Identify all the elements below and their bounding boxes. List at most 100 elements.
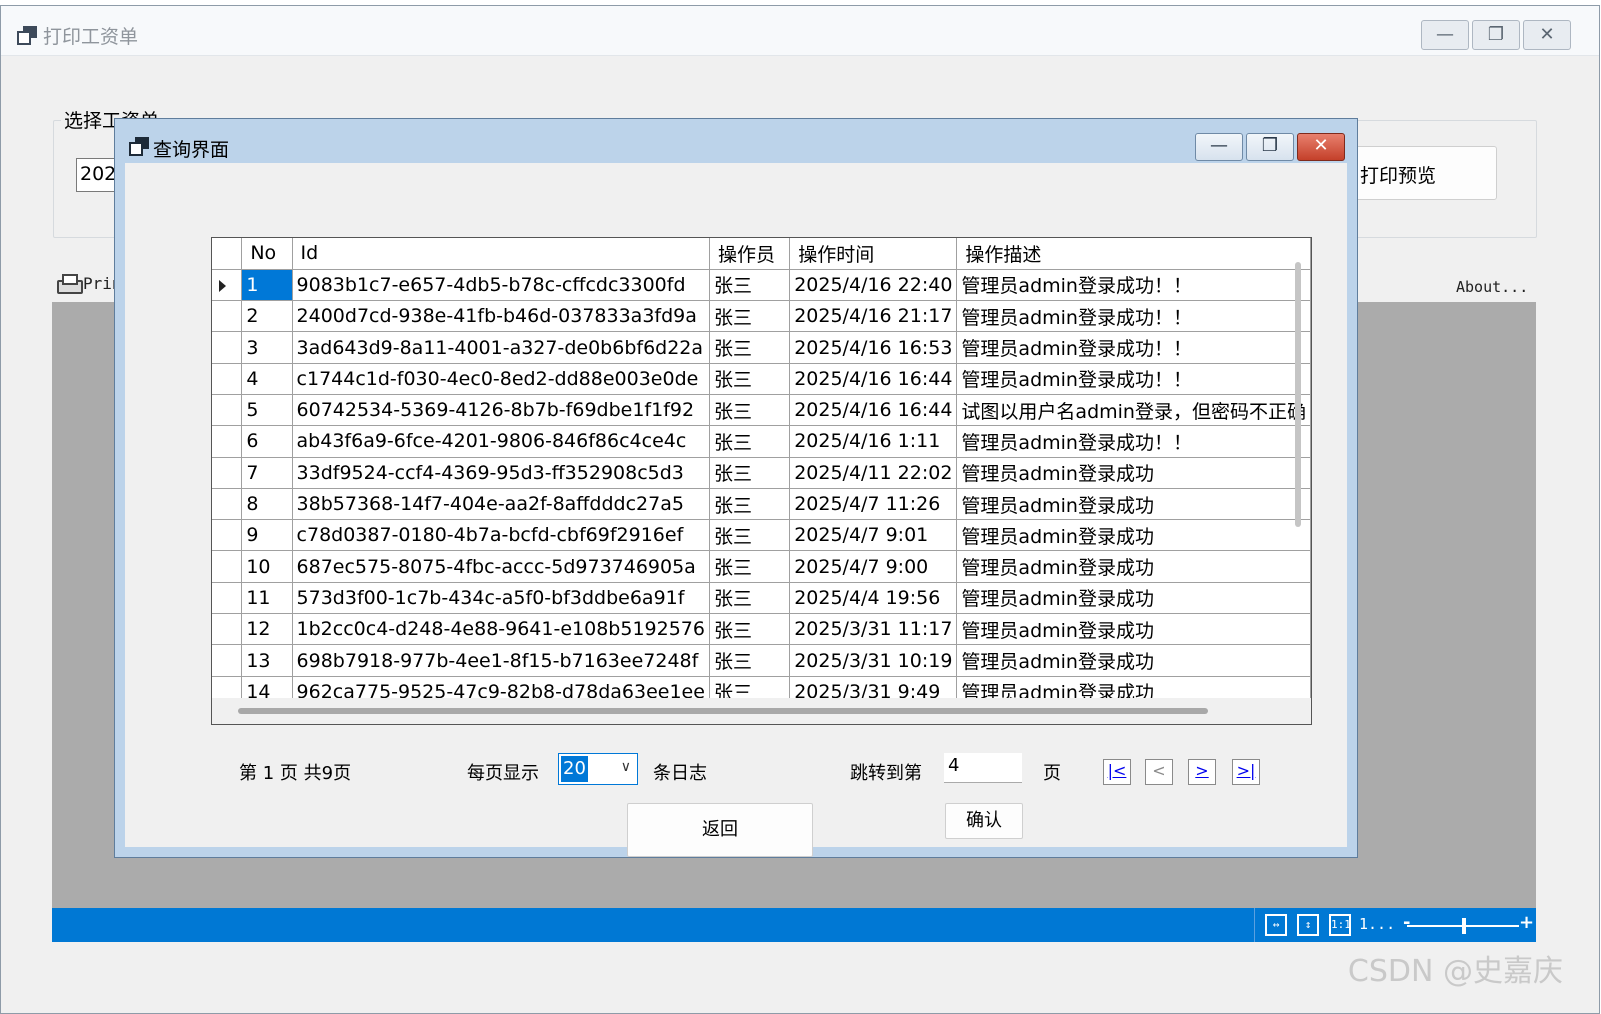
row-header[interactable] <box>212 582 243 615</box>
jump-page-input[interactable]: 4 <box>944 753 1022 783</box>
cell-time[interactable]: 2025/3/31 10:19 <box>789 644 958 677</box>
cell-no[interactable]: 5 <box>241 394 293 427</box>
cell-time[interactable]: 2025/4/16 1:11 <box>789 425 958 458</box>
table-row[interactable]: 13 698b7918-977b-4ee1-8f15-b7163ee7248f 张三… <box>212 644 1311 677</box>
cell-no[interactable]: 8 <box>241 488 293 521</box>
minimize-button[interactable]: — <box>1421 20 1469 50</box>
table-row[interactable]: 4 c1744c1d-f030-4ec0-8ed2-dd88e003e0de 张三 2… <box>212 363 1311 395</box>
table-row[interactable]: 7 33df9524-ccf4-4369-95d3-ff352908c5d3 张三 2… <box>212 457 1311 489</box>
first-page-button[interactable]: |< <box>1103 759 1131 785</box>
dialog-minimize-button[interactable]: — <box>1195 133 1243 161</box>
cell-description[interactable]: 管理员admin登录成功 <box>956 457 1311 489</box>
table-row[interactable]: 11 573d3f00-1c7b-434c-a5f0-bf3ddbe6a91f 张三… <box>212 582 1311 615</box>
row-header[interactable] <box>212 425 243 458</box>
fit-width-icon[interactable]: ↔ <box>1265 914 1287 936</box>
cell-no[interactable]: 1 <box>241 269 293 302</box>
cell-no[interactable]: 11 <box>241 582 293 615</box>
cell-no[interactable]: 3 <box>241 331 293 364</box>
cell-id[interactable]: 3ad643d9-8a11-4001-a327-de0b6bf6d22a <box>292 331 710 364</box>
cell-id[interactable]: 60742534-5369-4126-8b7b-f69dbe1f1f92 <box>292 394 710 427</box>
horizontal-scrollbar[interactable] <box>238 708 1208 714</box>
dialog-maximize-button[interactable]: ❐ <box>1246 133 1294 161</box>
cell-description[interactable]: 管理员admin登录成功！！ <box>956 331 1311 364</box>
table-row[interactable]: 10 687ec575-8075-4fbc-accc-5d973746905a 张三… <box>212 550 1311 583</box>
actual-size-icon[interactable]: 1:1 <box>1329 914 1351 936</box>
next-page-button[interactable]: > <box>1188 759 1216 785</box>
vertical-scrollbar[interactable] <box>1295 262 1301 527</box>
cell-id[interactable]: 1b2cc0c4-d248-4e88-9641-e108b5192576 <box>292 613 710 646</box>
cell-operator[interactable]: 张三 <box>709 300 791 333</box>
cell-id[interactable]: c1744c1d-f030-4ec0-8ed2-dd88e003e0de <box>292 363 710 395</box>
cell-time[interactable]: 2025/4/4 19:56 <box>789 582 958 615</box>
fit-height-icon[interactable]: ↕ <box>1297 914 1319 936</box>
cell-no[interactable]: 7 <box>241 457 293 489</box>
cell-operator[interactable]: 张三 <box>709 582 791 615</box>
cell-time[interactable]: 2025/4/11 22:02 <box>789 457 958 489</box>
cell-no[interactable]: 4 <box>241 363 293 395</box>
cell-operator[interactable]: 张三 <box>709 363 791 395</box>
row-header[interactable] <box>212 300 243 333</box>
cell-no[interactable]: 12 <box>241 613 293 646</box>
about-link[interactable]: About... <box>1456 278 1528 296</box>
cell-id[interactable]: 698b7918-977b-4ee1-8f15-b7163ee7248f <box>292 644 710 677</box>
cell-id[interactable]: 687ec575-8075-4fbc-accc-5d973746905a <box>292 550 710 583</box>
cell-no[interactable]: 10 <box>241 550 293 583</box>
cell-operator[interactable]: 张三 <box>709 394 791 427</box>
cell-id[interactable]: 9083b1c7-e657-4db5-b78c-cffcdc3300fd <box>292 269 710 302</box>
cell-operator[interactable]: 张三 <box>709 269 791 302</box>
prev-page-button[interactable]: < <box>1145 759 1173 785</box>
close-button[interactable]: ✕ <box>1523 20 1571 50</box>
zoom-in-icon[interactable]: + <box>1519 912 1534 933</box>
cell-description[interactable]: 试图以用户名admin登录，但密码不正确 <box>956 394 1311 427</box>
column-header-time[interactable]: 操作时间 <box>789 238 958 270</box>
cell-description[interactable]: 管理员admin登录成功 <box>956 488 1311 521</box>
row-header[interactable] <box>212 550 243 583</box>
cell-description[interactable]: 管理员admin登录成功 <box>956 519 1311 552</box>
cell-id[interactable]: ab43f6a9-6fce-4201-9806-846f86c4ce4c <box>292 425 710 458</box>
cell-description[interactable]: 管理员admin登录成功！！ <box>956 269 1311 302</box>
table-row[interactable]: 6 ab43f6a9-6fce-4201-9806-846f86c4ce4c 张三 2… <box>212 425 1311 458</box>
cell-time[interactable]: 2025/4/16 21:17 <box>789 300 958 333</box>
cell-id[interactable]: 2400d7cd-938e-41fb-b46d-037833a3fd9a <box>292 300 710 333</box>
cell-description[interactable]: 管理员admin登录成功！！ <box>956 363 1311 395</box>
zoom-out-icon[interactable]: - <box>1403 912 1410 933</box>
cell-operator[interactable]: 张三 <box>709 457 791 489</box>
table-row[interactable]: 9 c78d0387-0180-4b7a-bcfd-cbf69f2916ef 张三 2… <box>212 519 1311 552</box>
back-button[interactable]: 返回 <box>627 803 813 857</box>
cell-time[interactable]: 2025/4/7 11:26 <box>789 488 958 521</box>
cell-operator[interactable]: 张三 <box>709 331 791 364</box>
cell-operator[interactable]: 张三 <box>709 488 791 521</box>
cell-time[interactable]: 2025/4/16 22:40 <box>789 269 958 302</box>
table-row[interactable]: 12 1b2cc0c4-d248-4e88-9641-e108b5192576 张三… <box>212 613 1311 646</box>
table-row[interactable]: 5 60742534-5369-4126-8b7b-f69dbe1f1f92 张三 2… <box>212 394 1311 427</box>
row-header[interactable] <box>212 269 243 302</box>
table-row[interactable]: 1 9083b1c7-e657-4db5-b78c-cffcdc3300fd 张三 2… <box>212 269 1311 302</box>
cell-time[interactable]: 2025/3/31 11:17 <box>789 613 958 646</box>
cell-description[interactable]: 管理员admin登录成功！！ <box>956 300 1311 333</box>
zoom-slider-thumb[interactable] <box>1462 918 1466 934</box>
cell-description[interactable]: 管理员admin登录成功 <box>956 550 1311 583</box>
cell-time[interactable]: 2025/4/16 16:44 <box>789 394 958 427</box>
cell-id[interactable]: 38b57368-14f7-404e-aa2f-8affdddc27a5 <box>292 488 710 521</box>
cell-id[interactable]: 573d3f00-1c7b-434c-a5f0-bf3ddbe6a91f <box>292 582 710 615</box>
cell-id[interactable]: 33df9524-ccf4-4369-95d3-ff352908c5d3 <box>292 457 710 489</box>
cell-description[interactable]: 管理员admin登录成功 <box>956 644 1311 677</box>
last-page-button[interactable]: >| <box>1232 759 1260 785</box>
dialog-close-button[interactable]: ✕ <box>1297 133 1345 161</box>
cell-id[interactable]: c78d0387-0180-4b7a-bcfd-cbf69f2916ef <box>292 519 710 552</box>
table-row[interactable]: 3 3ad643d9-8a11-4001-a327-de0b6bf6d22a 张三 2… <box>212 331 1311 364</box>
row-header[interactable] <box>212 644 243 677</box>
log-data-grid[interactable]: No Id 操作员 操作时间 操作描述 1 9083b1c7-e657-4db5-… <box>211 237 1312 725</box>
column-header-no[interactable]: No <box>241 238 293 270</box>
cell-time[interactable]: 2025/4/16 16:44 <box>789 363 958 395</box>
per-page-select[interactable]: 20 ∨ <box>558 753 638 785</box>
row-header[interactable] <box>212 331 243 364</box>
maximize-button[interactable]: ❐ <box>1472 20 1520 50</box>
cell-operator[interactable]: 张三 <box>709 519 791 552</box>
cell-time[interactable]: 2025/4/16 16:53 <box>789 331 958 364</box>
confirm-button[interactable]: 确认 <box>945 803 1023 839</box>
cell-time[interactable]: 2025/4/7 9:01 <box>789 519 958 552</box>
row-header[interactable] <box>212 363 243 395</box>
row-header[interactable] <box>212 394 243 427</box>
cell-no[interactable]: 2 <box>241 300 293 333</box>
